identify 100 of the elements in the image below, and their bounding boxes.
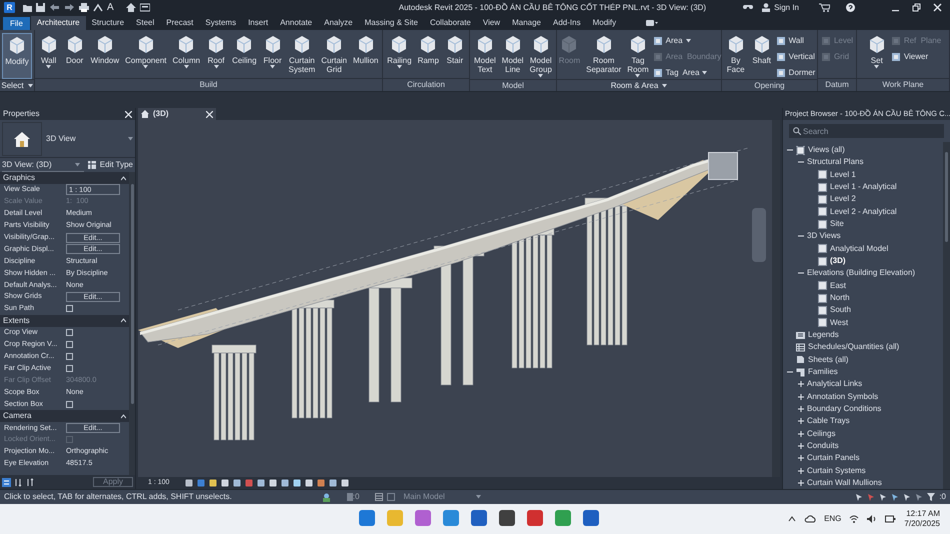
- battery-icon[interactable]: [885, 515, 896, 523]
- close-icon[interactable]: [933, 3, 942, 12]
- tree-item[interactable]: Level 1: [830, 168, 856, 181]
- tree-item[interactable]: West: [830, 316, 848, 329]
- window-layout-icon[interactable]: [140, 3, 150, 12]
- tree-item[interactable]: Families: [808, 366, 838, 378]
- ribbon-tool-button[interactable]: Model Text: [472, 33, 498, 75]
- cloud-icon[interactable]: [804, 515, 816, 523]
- tree-item[interactable]: Boundary Conditions: [807, 403, 882, 416]
- ribbon-tab[interactable]: Annotate: [274, 16, 318, 30]
- tree-item[interactable]: North: [830, 292, 850, 304]
- tree-item[interactable]: Elevations (Building Elevation): [807, 267, 916, 280]
- tree-item[interactable]: Site: [830, 218, 844, 230]
- ribbon-tab[interactable]: File: [3, 17, 30, 30]
- ribbon-tool-button[interactable]: Roof: [204, 33, 228, 70]
- tree-item[interactable]: Analytical Model: [830, 242, 888, 255]
- text-tool-button[interactable]: A: [107, 0, 114, 15]
- ribbon-tab[interactable]: Systems: [199, 16, 242, 30]
- chevron-up-icon[interactable]: [788, 516, 796, 522]
- tree-item[interactable]: Curtain Panels: [807, 452, 860, 464]
- ribbon-tool-button[interactable]: Wall: [36, 33, 61, 70]
- tree-item[interactable]: Level 2: [830, 193, 856, 206]
- ribbon-tool-button[interactable]: Railing: [385, 33, 414, 70]
- grid-icon[interactable]: [88, 161, 96, 169]
- categorized-icon[interactable]: [2, 478, 11, 486]
- save-icon[interactable]: [36, 3, 45, 12]
- ribbon-tool-button[interactable]: Ramp: [416, 33, 441, 66]
- search-field[interactable]: Search: [789, 124, 944, 138]
- ribbon-tool-button[interactable]: Floor: [260, 33, 285, 70]
- language-indicator[interactable]: ENG: [824, 513, 842, 525]
- app-icon[interactable]: [414, 509, 432, 527]
- expand-icon[interactable]: [798, 430, 804, 437]
- clock-time[interactable]: 12:17 AM: [906, 509, 940, 519]
- ribbon-tool-button[interactable]: Stair: [442, 33, 467, 66]
- checkbox[interactable]: [66, 364, 73, 372]
- ribbon-tab[interactable]: Add-Ins: [547, 16, 587, 30]
- tree-item[interactable]: Views (all): [808, 144, 845, 156]
- restore-icon[interactable]: [912, 3, 921, 12]
- ribbon-tool-button[interactable]: Dormer: [776, 67, 816, 79]
- tree-item[interactable]: Sheets (all): [808, 354, 848, 366]
- ribbon-tool-button[interactable]: Mullion: [351, 33, 380, 66]
- cart-icon[interactable]: [819, 3, 830, 12]
- ribbon-tool-button[interactable]: Tag Area: [652, 67, 722, 79]
- expand-icon[interactable]: [798, 406, 804, 412]
- ribbon-tab[interactable]: Massing & Site: [358, 16, 424, 30]
- app-logo[interactable]: R: [4, 2, 15, 13]
- tree-item[interactable]: Level 2 - Analytical: [830, 206, 897, 218]
- tree-item[interactable]: Schedules/Quantities (all): [808, 341, 900, 354]
- ribbon-tab[interactable]: Collaborate: [424, 16, 477, 30]
- house-icon[interactable]: [126, 3, 136, 12]
- ribbon-tool-button[interactable]: Column: [170, 33, 202, 70]
- scrollbar-thumb[interactable]: [130, 184, 134, 404]
- ribbon-tool-button[interactable]: Vertical: [776, 51, 816, 63]
- line-tool-icon[interactable]: [93, 3, 103, 12]
- checkbox[interactable]: [66, 341, 73, 348]
- collapse-icon[interactable]: [121, 318, 126, 324]
- people-icon[interactable]: [322, 492, 331, 502]
- collapse-icon[interactable]: [121, 176, 126, 180]
- model-viewport[interactable]: [138, 120, 780, 477]
- ribbon-tab[interactable]: View: [476, 16, 506, 30]
- scrollbar-track[interactable]: [129, 172, 135, 475]
- close-icon[interactable]: [206, 110, 213, 118]
- help-icon[interactable]: [846, 3, 855, 12]
- tree-item[interactable]: Legends: [808, 329, 839, 342]
- sign-in-link[interactable]: Sign In: [774, 2, 799, 14]
- printer-icon[interactable]: [79, 3, 89, 12]
- expand-icon[interactable]: [798, 468, 804, 474]
- tree-item[interactable]: Ceilings: [807, 428, 836, 440]
- tree-item[interactable]: Structural Plans: [807, 156, 864, 168]
- ribbon-tool-button[interactable]: Ceiling: [230, 33, 259, 66]
- ribbon-tab[interactable]: Manage: [506, 16, 547, 30]
- collapse-icon[interactable]: [798, 233, 804, 240]
- expand-icon[interactable]: [798, 455, 804, 462]
- expand-icon[interactable]: [798, 443, 804, 450]
- ribbon-tool-button[interactable]: By Face: [724, 33, 748, 75]
- checkbox[interactable]: [66, 353, 73, 360]
- checkbox[interactable]: [66, 305, 73, 312]
- collapse-icon[interactable]: [787, 369, 793, 376]
- ribbon-tool-button[interactable]: Room Separator: [584, 33, 624, 75]
- panel-toggle-icon[interactable]: [646, 19, 658, 27]
- type-selector[interactable]: 3D View: [0, 120, 135, 158]
- collapse-icon[interactable]: [787, 147, 793, 154]
- collapse-icon[interactable]: [121, 414, 126, 419]
- ribbon-tool-button[interactable]: Wall: [776, 35, 816, 47]
- ribbon-tool-button[interactable]: Viewer: [890, 51, 942, 63]
- expand-icon[interactable]: [798, 381, 804, 388]
- undo-arrow-icon[interactable]: [49, 3, 60, 12]
- checkbox[interactable]: [66, 400, 73, 408]
- ribbon-tab[interactable]: Architecture: [30, 16, 86, 30]
- ribbon-tool-button[interactable]: Curtain System: [286, 33, 318, 75]
- ribbon-tool-button[interactable]: Model Line: [500, 33, 526, 75]
- tree-item[interactable]: South: [830, 304, 851, 316]
- clock-date[interactable]: 7/20/2025: [904, 519, 940, 529]
- ribbon-tool-button[interactable]: Window: [88, 33, 122, 66]
- app-icon[interactable]: [526, 509, 544, 527]
- ribbon-tab[interactable]: Insert: [242, 16, 274, 30]
- document-tab[interactable]: (3D): [138, 108, 216, 120]
- ribbon-tab[interactable]: Modify: [586, 16, 622, 30]
- checkbox[interactable]: [66, 329, 73, 336]
- filter-icon[interactable]: [927, 493, 936, 501]
